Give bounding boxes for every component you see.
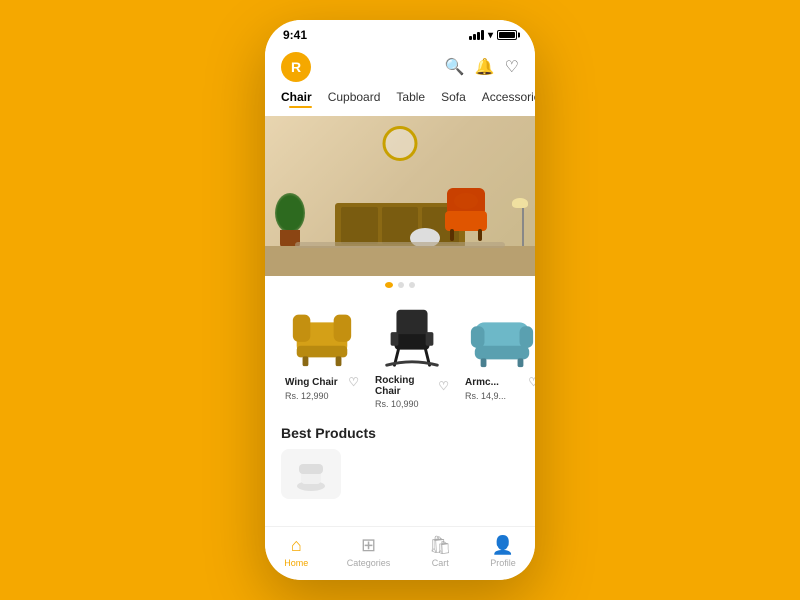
wifi-icon: ▾ bbox=[488, 30, 493, 41]
nav-home[interactable]: ⌂ Home bbox=[284, 535, 308, 568]
profile-icon: 👤 bbox=[492, 535, 514, 556]
notification-icon[interactable]: 🔔 bbox=[475, 57, 495, 77]
category-sofa[interactable]: Sofa bbox=[433, 90, 474, 108]
status-bar: 9:41 ▾ bbox=[265, 20, 535, 46]
mirror-decor bbox=[383, 126, 418, 161]
arm-chair-price: Rs. 14,9... bbox=[465, 391, 535, 401]
floor-decor bbox=[265, 246, 535, 276]
dot-3[interactable] bbox=[409, 282, 415, 288]
wishlist-icon[interactable]: ♡ bbox=[505, 57, 519, 77]
hero-banner bbox=[265, 116, 535, 276]
category-accessories[interactable]: Accessories bbox=[474, 90, 535, 108]
signal-icon bbox=[469, 30, 484, 40]
best-products-title: Best Products bbox=[265, 417, 535, 445]
category-chair[interactable]: Chair bbox=[281, 90, 320, 108]
header: R 🔍 🔔 ♡ bbox=[265, 46, 535, 90]
nav-cart[interactable]: 🛍 Cart bbox=[429, 535, 452, 568]
orange-chair-decor bbox=[442, 183, 497, 248]
search-icon[interactable]: 🔍 bbox=[445, 57, 465, 77]
dot-2[interactable] bbox=[398, 282, 404, 288]
nav-profile-label: Profile bbox=[490, 558, 516, 568]
battery-icon bbox=[497, 30, 517, 40]
product-card-rocking-chair[interactable]: Rocking Chair ♡ Rs. 10,990 bbox=[367, 300, 457, 417]
rug-decor bbox=[295, 242, 505, 248]
logo[interactable]: R bbox=[281, 52, 311, 82]
category-nav: Chair Cupboard Table Sofa Accessories bbox=[265, 90, 535, 116]
wing-chair-price: Rs. 12,990 bbox=[285, 391, 359, 401]
products-row: Wing Chair ♡ Rs. 12,990 bbox=[265, 292, 535, 417]
rocking-chair-name: Rocking Chair ♡ bbox=[375, 375, 449, 397]
wing-chair-wishlist[interactable]: ♡ bbox=[348, 375, 359, 389]
banner-dots bbox=[265, 276, 535, 292]
wing-chair-image bbox=[287, 304, 357, 369]
categories-icon: ⊞ bbox=[361, 535, 376, 556]
category-cupboard[interactable]: Cupboard bbox=[320, 90, 389, 108]
arm-chair-wishlist[interactable]: ♡ bbox=[528, 375, 535, 389]
cart-icon: 🛍 bbox=[429, 535, 452, 556]
product-card-wing-chair[interactable]: Wing Chair ♡ Rs. 12,990 bbox=[277, 300, 367, 417]
category-table[interactable]: Table bbox=[388, 90, 433, 108]
rocking-chair-wishlist[interactable]: ♡ bbox=[438, 379, 449, 393]
nav-categories-label: Categories bbox=[347, 558, 391, 568]
status-icons: ▾ bbox=[469, 30, 517, 41]
nav-categories[interactable]: ⊞ Categories bbox=[347, 535, 391, 568]
rocking-chair-price: Rs. 10,990 bbox=[375, 399, 449, 409]
products-section: Wing Chair ♡ Rs. 12,990 bbox=[265, 292, 535, 526]
arm-chair-image bbox=[467, 304, 535, 369]
arm-chair-name: Armc... ♡ bbox=[465, 375, 535, 389]
nav-home-label: Home bbox=[284, 558, 308, 568]
phone-frame: 9:41 ▾ R 🔍 🔔 ♡ Chair Cupboard Tab bbox=[265, 20, 535, 580]
hero-scene bbox=[265, 116, 535, 276]
header-icons: 🔍 🔔 ♡ bbox=[445, 57, 519, 77]
best-product-item-1[interactable] bbox=[281, 449, 341, 499]
home-icon: ⌂ bbox=[291, 535, 302, 556]
best-products-row bbox=[265, 445, 535, 507]
bottom-nav: ⌂ Home ⊞ Categories 🛍 Cart 👤 Profile bbox=[265, 526, 535, 580]
lamp-decor bbox=[519, 208, 527, 248]
nav-cart-label: Cart bbox=[432, 558, 449, 568]
nav-profile[interactable]: 👤 Profile bbox=[490, 535, 516, 568]
product-card-arm-chair[interactable]: Armc... ♡ Rs. 14,9... bbox=[457, 300, 535, 417]
dot-1[interactable] bbox=[385, 282, 393, 288]
status-time: 9:41 bbox=[283, 28, 307, 42]
rocking-chair-image bbox=[377, 304, 447, 369]
wing-chair-name: Wing Chair ♡ bbox=[285, 375, 359, 389]
